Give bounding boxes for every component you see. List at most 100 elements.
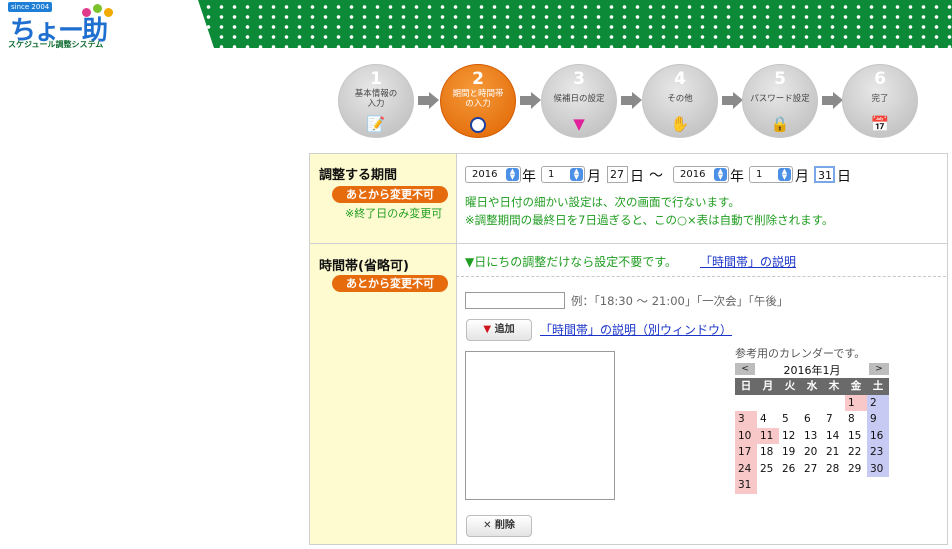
period-label: 調整する期間 xyxy=(319,168,398,183)
calendar-day: 24 xyxy=(735,460,757,477)
calendar-day: 2 xyxy=(867,394,889,411)
timeslot-locked-badge: あとから変更不可 xyxy=(332,275,448,292)
end-year-select[interactable]: 2016 ▲ ▼ xyxy=(673,166,729,183)
month-char: 月 xyxy=(795,169,809,185)
period-end-note: ※終了日のみ変更可 xyxy=(345,207,443,220)
delete-button[interactable]: ✕ 削除 xyxy=(466,515,532,537)
next-month-button[interactable]: > xyxy=(869,363,889,375)
step-label: 完了 xyxy=(871,94,889,104)
calendar-weekday: 日 xyxy=(735,378,757,395)
calendar-weekday: 土 xyxy=(867,378,889,395)
calendar-empty-cell xyxy=(801,477,823,494)
spinner-icon: ▲ ▼ xyxy=(714,168,727,181)
calendar-day: 8 xyxy=(848,413,855,425)
step-number: 2 xyxy=(472,69,484,89)
calendar-caption: 参考用のカレンダーです。 xyxy=(735,347,866,360)
calendar-empty-cell xyxy=(779,395,801,412)
calendar-empty-cell xyxy=(801,395,823,412)
calendar-day: 14 xyxy=(826,429,840,442)
step-5: 5 パスワード設定 🔒 xyxy=(742,64,818,138)
end-month-select[interactable]: 1 ▲ ▼ xyxy=(749,166,793,183)
step-2: 2 期間と時間帯の入力 xyxy=(440,64,516,138)
calendar-day: 21 xyxy=(826,446,840,458)
app-logo[interactable]: since 2004 ちょー助 スケジュール調整システム xyxy=(4,2,114,49)
calendar-day: 22 xyxy=(848,446,862,458)
start-year-value: 2016 xyxy=(472,169,498,180)
calendar-day: 3 xyxy=(735,411,757,428)
calendar-day: 15 xyxy=(848,429,862,442)
calendar-day: 19 xyxy=(782,446,796,458)
calendar-check-icon: 📅 xyxy=(870,115,890,133)
start-month-select[interactable]: 1 ▲ ▼ xyxy=(541,166,585,183)
period-info-2: ※調整期間の最終日を7日過ぎると、この○×表は自動で削除されます。 xyxy=(465,213,834,227)
calendar-day: 11 xyxy=(757,427,779,444)
calendar-day: 7 xyxy=(826,413,833,425)
step-label: 期間と時間帯の入力 xyxy=(452,89,504,109)
calendar-empty-cell xyxy=(735,395,757,412)
calendar-day: 20 xyxy=(804,446,818,458)
reference-calendar: 参考用のカレンダーです。 2016年1月 < > 日月火水木金土12345678… xyxy=(735,345,895,494)
step-number: 5 xyxy=(774,69,786,89)
calendar-day: 18 xyxy=(760,446,774,458)
step-3: 3 候補日の設定 ▼ xyxy=(541,64,617,138)
prev-month-button[interactable]: < xyxy=(735,363,755,375)
calendar-day: 28 xyxy=(826,462,840,475)
calendar-day: 10 xyxy=(735,427,757,444)
timeslot-help-window-link[interactable]: 「時間帯」の説明（別ウィンドウ） xyxy=(540,321,732,338)
hand-icon: ✋ xyxy=(670,115,690,133)
step-label: その他 xyxy=(667,94,693,104)
calendar-day: 26 xyxy=(782,462,796,475)
calendar-empty-cell xyxy=(823,477,845,494)
lock-icon: 🔒 xyxy=(770,115,790,133)
start-year-select[interactable]: 2016 ▲ ▼ xyxy=(465,166,521,183)
year-char: 年 xyxy=(522,169,536,185)
calendar-weekday: 木 xyxy=(823,378,845,395)
step-label: 基本情報の入力 xyxy=(354,89,398,109)
dashed-divider xyxy=(456,276,946,277)
calendar-day: 30 xyxy=(867,460,889,477)
header: since 2004 ちょー助 スケジュール調整システム xyxy=(0,0,952,50)
step-label: 候補日の設定 xyxy=(553,94,605,104)
step-label: パスワード設定 xyxy=(750,94,810,104)
calendar-day: 5 xyxy=(782,413,789,425)
spinner-icon: ▲ ▼ xyxy=(506,168,519,181)
wizard-steps: 1 基本情報の入力 📝 2 期間と時間帯の入力 3 候補日の設定 ▼ 4 その他… xyxy=(338,64,918,138)
marker-icon: ▼ xyxy=(573,115,585,133)
header-banner xyxy=(198,0,952,48)
timeslot-list[interactable] xyxy=(465,351,615,500)
calendar-empty-cell xyxy=(823,395,845,412)
step-number: 4 xyxy=(674,69,686,89)
add-button-label: 追加 xyxy=(494,324,515,335)
calendar-weekday: 金 xyxy=(845,378,867,395)
spinner-icon: ▲ ▼ xyxy=(570,168,583,181)
range-tilde: 〜 xyxy=(649,168,663,184)
calendar-day: 27 xyxy=(804,462,818,475)
step-6: 6 完了 📅 xyxy=(842,64,918,138)
calendar-empty-cell xyxy=(845,477,867,494)
end-year-value: 2016 xyxy=(680,169,706,180)
calendar-day: 17 xyxy=(735,444,757,461)
year-char: 年 xyxy=(730,169,744,185)
end-day-field[interactable]: 31 xyxy=(814,166,835,183)
timeslot-label: 時間帯(省略可) xyxy=(319,259,409,274)
triangle-down-icon: ▼ xyxy=(483,324,492,335)
step-1: 1 基本情報の入力 📝 xyxy=(338,64,414,138)
step-number: 3 xyxy=(573,69,585,89)
calendar-day: 6 xyxy=(804,413,811,425)
timeslot-example: 例：「18:30 〜 21:00」「一次会」「午後」 xyxy=(571,294,789,308)
calendar-nav: 2016年1月 < > xyxy=(735,362,895,377)
start-day-field[interactable]: 27 xyxy=(607,166,628,183)
calendar-grid: 日月火水木金土 1 2 3 4 5 6 7 8 9 10 11 12 13 14 15 16 17 18 19 20 21… xyxy=(735,378,895,494)
add-button[interactable]: ▼ 追加 xyxy=(466,319,532,341)
calendar-empty-cell xyxy=(757,395,779,412)
row-divider xyxy=(310,243,947,244)
start-month-value: 1 xyxy=(548,169,555,180)
calendar-day: 13 xyxy=(804,429,818,442)
calendar-month: 2016年1月 xyxy=(783,364,841,377)
step-number: 1 xyxy=(370,69,382,89)
end-month-value: 1 xyxy=(756,169,763,180)
document-icon: 📝 xyxy=(366,115,386,133)
day-char: 日 xyxy=(630,169,644,185)
timeslot-help-link[interactable]: 「時間帯」の説明 xyxy=(700,253,796,270)
timeslot-input[interactable] xyxy=(465,292,565,309)
